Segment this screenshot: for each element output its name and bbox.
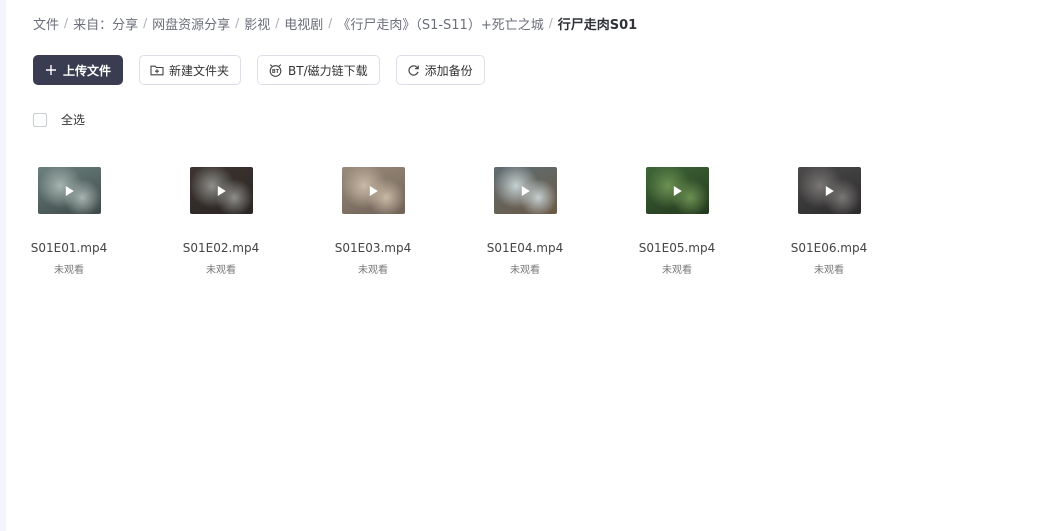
breadcrumb-separator: / (235, 16, 240, 30)
select-all-row: 全选 (33, 111, 85, 128)
breadcrumb-item-from-share[interactable]: 来自：分享 (73, 14, 138, 33)
video-thumbnail (37, 167, 101, 214)
add-backup-label: 添加备份 (424, 63, 473, 78)
breadcrumb-separator: / (328, 16, 333, 30)
breadcrumb: 文件 / 来自：分享 / 网盘资源分享 / 影视 / 电视剧 / 《行尸走肉》（… (33, 14, 638, 33)
breadcrumb-item-share-folder[interactable]: 网盘资源分享 (152, 14, 230, 33)
video-thumbnail (189, 167, 253, 214)
breadcrumb-separator: / (275, 16, 280, 30)
add-backup-button[interactable]: 添加备份 (395, 55, 485, 85)
file-browser: 文件 / 来自：分享 / 网盘资源分享 / 影视 / 电视剧 / 《行尸走肉》（… (31, 0, 1053, 531)
breadcrumb-current: 行尸走肉S01 (557, 17, 638, 33)
file-item[interactable]: S01E04.mp4 未观看 (479, 167, 571, 276)
file-name: S01E03.mp4 (334, 241, 412, 255)
upload-button-label: 上传文件 (63, 63, 112, 78)
file-item[interactable]: S01E05.mp4 未观看 (631, 167, 723, 276)
plus-icon (45, 64, 57, 76)
watch-status: 未观看 (510, 265, 540, 276)
sidebar-edge (0, 0, 6, 531)
breadcrumb-separator: / (548, 16, 553, 30)
file-item[interactable]: S01E01.mp4 未观看 (23, 167, 115, 276)
bt-icon: BT (268, 63, 283, 77)
play-icon (673, 185, 682, 196)
play-icon (217, 185, 226, 196)
file-grid: S01E01.mp4 未观看 S01E02.mp4 未观看 S01E03.mp4… (23, 167, 935, 276)
watch-status: 未观看 (814, 265, 844, 276)
select-all-checkbox[interactable] (33, 112, 47, 127)
file-item[interactable]: S01E03.mp4 未观看 (327, 167, 419, 276)
watch-status: 未观看 (358, 265, 388, 276)
upload-button[interactable]: 上传文件 (33, 55, 124, 85)
video-thumbnail (341, 167, 405, 214)
play-icon (521, 185, 530, 196)
play-icon (825, 185, 834, 196)
breadcrumb-item-tv[interactable]: 电视剧 (284, 14, 323, 33)
file-name: S01E02.mp4 (182, 241, 260, 255)
play-icon (369, 185, 378, 196)
file-name: S01E05.mp4 (638, 241, 716, 255)
bt-download-label: BT/磁力链下载 (288, 63, 368, 78)
video-thumbnail (645, 167, 709, 214)
breadcrumb-item-series[interactable]: 《行尸走肉》（S1-S11）+死亡之城 (337, 14, 543, 33)
select-all-label[interactable]: 全选 (61, 111, 85, 128)
breadcrumb-item-files[interactable]: 文件 (33, 14, 59, 33)
breadcrumb-item-movies[interactable]: 影视 (244, 14, 270, 33)
bt-download-button[interactable]: BT BT/磁力链下载 (257, 55, 380, 85)
sync-icon (407, 64, 420, 77)
video-thumbnail (797, 167, 861, 214)
play-icon (65, 185, 74, 196)
video-thumbnail (493, 167, 557, 214)
file-name: S01E04.mp4 (486, 241, 564, 255)
breadcrumb-separator: / (64, 16, 69, 30)
file-item[interactable]: S01E02.mp4 未观看 (175, 167, 267, 276)
watch-status: 未观看 (206, 265, 236, 276)
svg-text:BT: BT (272, 69, 280, 75)
new-folder-label: 新建文件夹 (169, 63, 230, 78)
file-name: S01E06.mp4 (790, 241, 868, 255)
folder-add-icon (150, 64, 164, 76)
file-item[interactable]: S01E06.mp4 未观看 (783, 167, 875, 276)
toolbar: 上传文件 新建文件夹 BT BT/磁力链下载 添加备份 (33, 55, 485, 85)
watch-status: 未观看 (54, 265, 84, 276)
file-name: S01E01.mp4 (30, 241, 108, 255)
breadcrumb-separator: / (143, 16, 148, 30)
new-folder-button[interactable]: 新建文件夹 (139, 55, 242, 85)
watch-status: 未观看 (662, 265, 692, 276)
